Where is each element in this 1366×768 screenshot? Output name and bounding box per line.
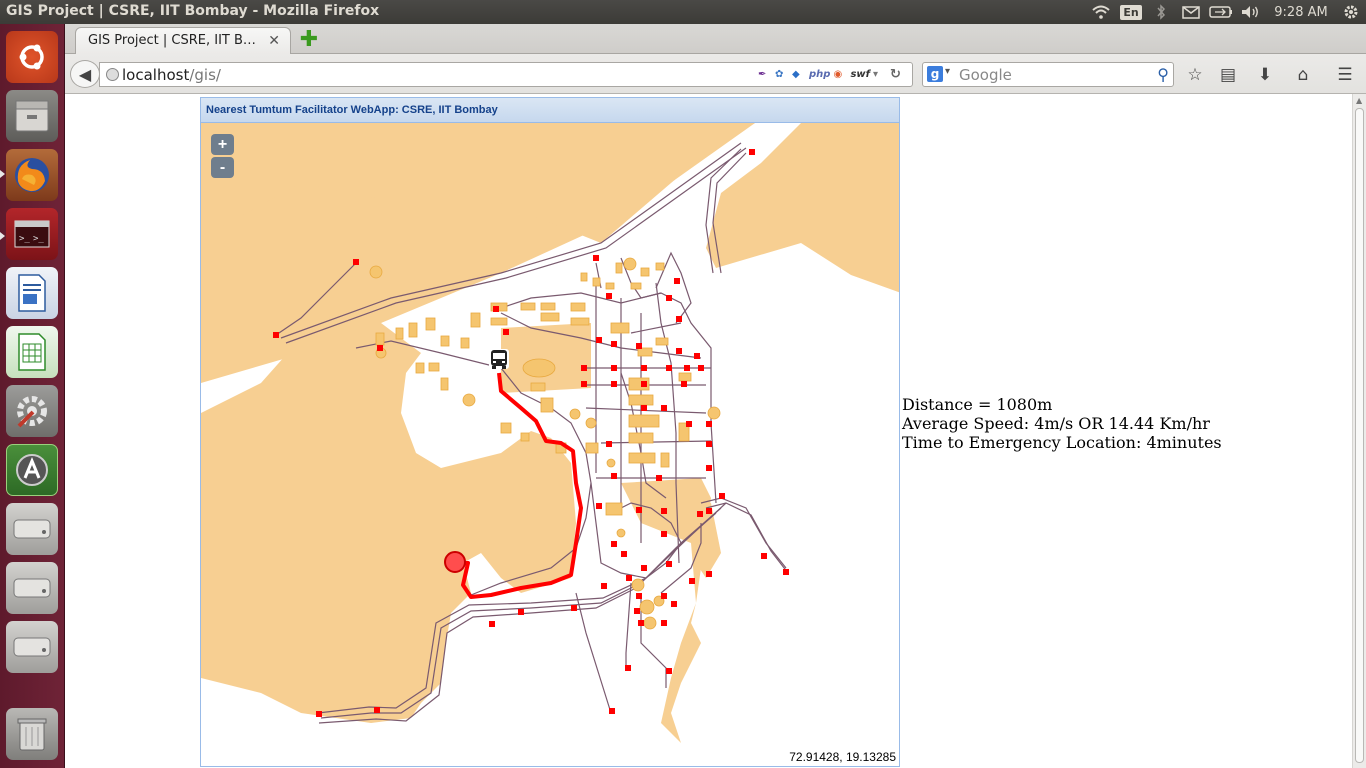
vertical-scrollbar[interactable]: ▲ (1352, 94, 1366, 768)
libreoffice-calc-icon[interactable] (6, 326, 58, 378)
scroll-up-icon[interactable]: ▲ (1356, 96, 1362, 105)
new-tab-icon[interactable]: ✚ (298, 27, 320, 52)
software-updater-icon[interactable] (6, 444, 58, 496)
google-engine-icon[interactable]: g (927, 66, 943, 82)
chevron-down-icon[interactable]: ▾ (945, 66, 950, 77)
search-icon[interactable]: ⚲ (1157, 65, 1169, 84)
clock[interactable]: 9:28 AM (1266, 0, 1336, 24)
ubuntu-top-panel: GIS Project | CSRE, IIT Bombay - Mozilla… (0, 0, 1366, 24)
mouse-coordinates: 72.91428, 19.13285 (789, 750, 896, 764)
volume-icon[interactable] (1236, 0, 1266, 24)
gear-icon[interactable]: ✿ (775, 66, 789, 82)
panel-indicators: En 9:28 AM (1086, 0, 1366, 24)
close-icon[interactable]: ✕ (268, 33, 280, 49)
map-panel: Nearest Tumtum Facilitator WebApp: CSRE,… (200, 97, 900, 767)
firefox-icon[interactable] (6, 149, 58, 201)
zoom-in-button[interactable]: + (211, 134, 234, 155)
wifi-icon[interactable] (1086, 0, 1116, 24)
search-bar[interactable]: g ▾ Google ⚲ (922, 62, 1174, 87)
ubuntu-dash-icon[interactable] (6, 31, 58, 83)
url-host: localhost (122, 66, 190, 84)
battery-icon[interactable] (1206, 0, 1236, 24)
search-placeholder: Google (959, 66, 1012, 84)
tab-bar: GIS Project | CSRE, IIT B… ✕ ✚ (65, 24, 1366, 54)
php-addon[interactable]: php (809, 66, 830, 82)
drive-icon[interactable] (6, 562, 58, 614)
globe-icon (106, 68, 119, 81)
drive-icon[interactable] (6, 621, 58, 673)
url-bar[interactable]: localhost/gis/ ✒ ✿ ◆ php ◉ swf ▾ ↻ (99, 62, 913, 87)
bluetooth-icon[interactable] (1146, 0, 1176, 24)
files-icon[interactable] (6, 90, 58, 142)
addon-icons: ✒ ✿ ◆ php ◉ swf ▾ ↻ (758, 66, 904, 82)
terminal-icon[interactable]: >_ >_ (6, 208, 58, 260)
navigation-bar: localhost/gis/ ✒ ✿ ◆ php ◉ swf ▾ ↻ ◀ g ▾… (65, 54, 1366, 94)
bus-icon (489, 349, 509, 369)
keyboard-lang-icon[interactable]: En (1116, 0, 1146, 24)
map-canvas[interactable] (201, 123, 900, 767)
route-info: Distance = 1080m Average Speed: 4m/s OR … (902, 395, 1222, 452)
time-text: Time to Emergency Location: 4minutes (902, 433, 1222, 452)
home-icon[interactable]: ⌂ (1292, 64, 1314, 86)
svg-text:>_: >_ (33, 234, 44, 244)
menu-icon[interactable]: ☰ (1334, 64, 1356, 86)
emergency-location-marker (444, 551, 466, 573)
url-path: /gis/ (189, 66, 221, 84)
tab-gis-project[interactable]: GIS Project | CSRE, IIT B… ✕ (75, 27, 291, 54)
feather-icon[interactable]: ✒ (758, 66, 772, 82)
ubuntu-icon[interactable]: ◉ (833, 66, 847, 82)
mail-icon[interactable] (1176, 0, 1206, 24)
window-title: GIS Project | CSRE, IIT Bombay - Mozilla… (6, 3, 380, 19)
drive-icon[interactable] (6, 503, 58, 555)
unity-launcher: >_ >_ (0, 24, 65, 768)
bookmarks-list-icon[interactable]: ▤ (1217, 64, 1239, 86)
zoom-out-button[interactable]: - (211, 157, 234, 178)
back-button[interactable]: ◀ (70, 60, 100, 88)
reload-icon[interactable]: ↻ (890, 66, 904, 82)
trash-icon[interactable] (6, 708, 58, 760)
system-settings-icon[interactable] (6, 385, 58, 437)
speed-text: Average Speed: 4m/s OR 14.44 Km/hr (902, 414, 1210, 433)
bookmark-star-icon[interactable]: ☆ (1184, 64, 1206, 86)
tab-title: GIS Project | CSRE, IIT B… (88, 33, 256, 48)
downloads-icon[interactable]: ⬇ (1254, 64, 1276, 86)
distance-text: Distance = 1080m (902, 395, 1053, 414)
map-panel-header: Nearest Tumtum Facilitator WebApp: CSRE,… (201, 98, 899, 123)
scrollbar-thumb[interactable] (1355, 108, 1364, 763)
svg-text:>_: >_ (19, 234, 30, 244)
dropdown-icon[interactable]: ▾ (873, 66, 887, 82)
libreoffice-writer-icon[interactable] (6, 267, 58, 319)
cube-icon[interactable]: ◆ (792, 66, 806, 82)
settings-gear-icon[interactable] (1336, 0, 1366, 24)
language-label: En (1120, 4, 1142, 20)
swf-addon[interactable]: swf (850, 66, 870, 82)
